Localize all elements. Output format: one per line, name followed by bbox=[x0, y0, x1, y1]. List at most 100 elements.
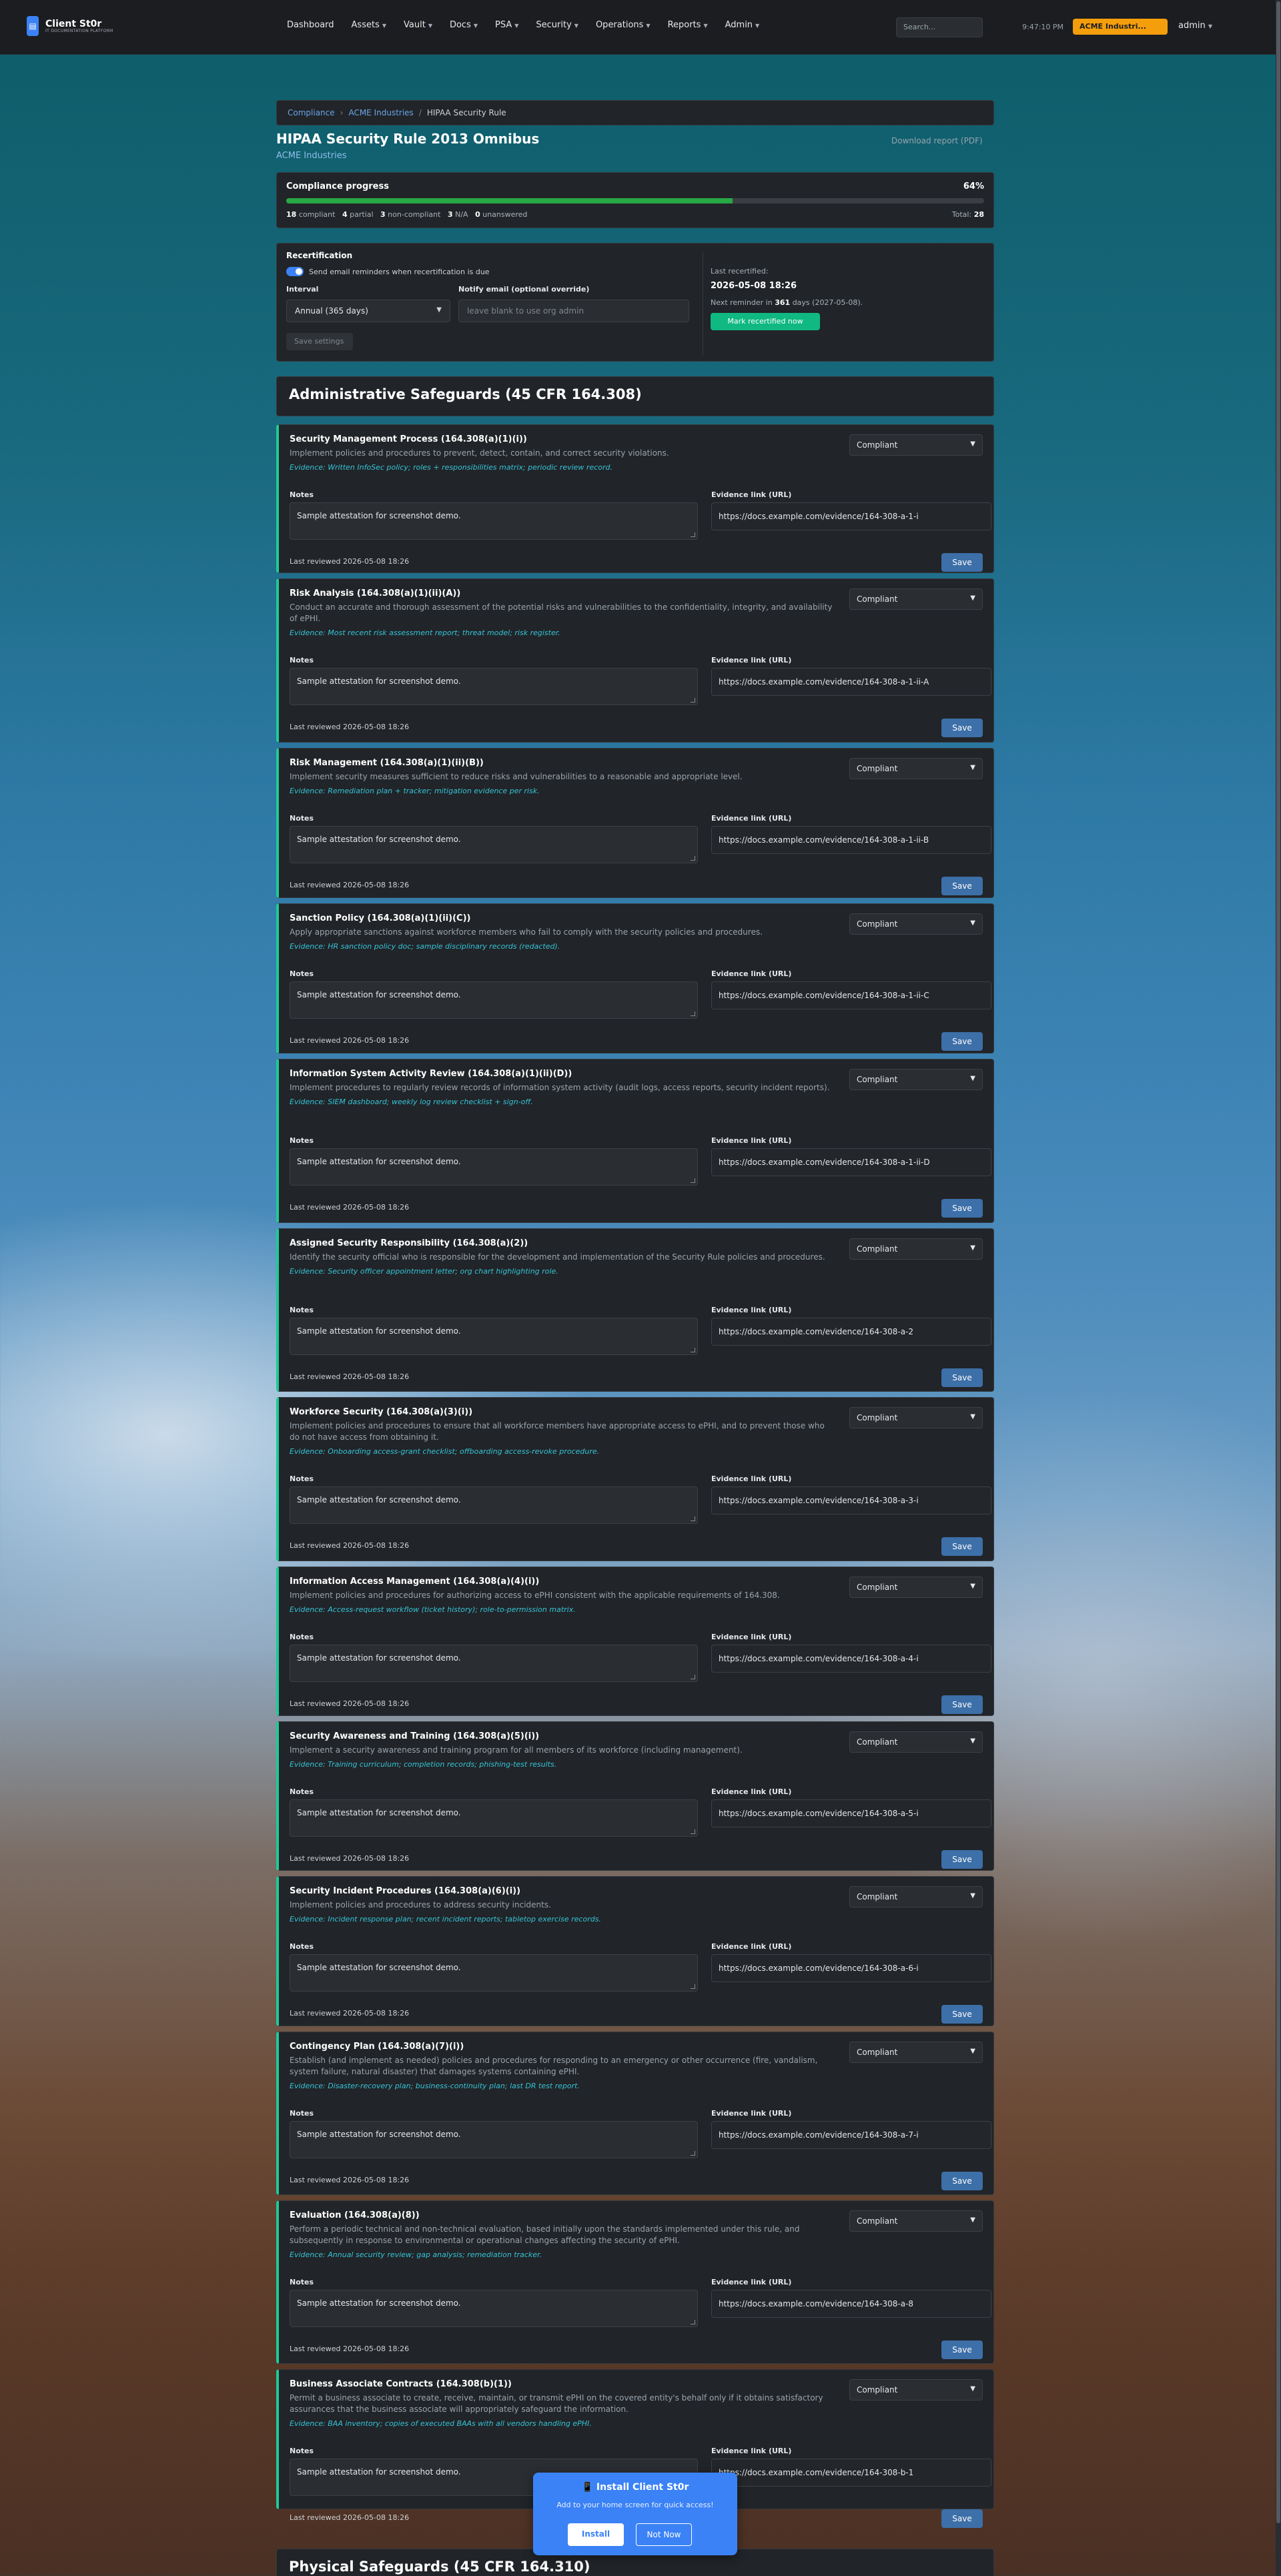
notify-email-input[interactable]: leave blank to use org admin bbox=[458, 300, 689, 322]
evidence-link-label: Evidence link (URL) bbox=[711, 2109, 792, 2118]
evidence-link-input[interactable]: https://docs.example.com/evidence/164-30… bbox=[711, 2459, 991, 2487]
control-description: Perform a periodic technical and non-tec… bbox=[290, 2224, 837, 2260]
chevron-down-icon: ▼ bbox=[428, 23, 432, 29]
save-button[interactable]: Save bbox=[941, 1850, 983, 1869]
evidence-link-input[interactable]: https://docs.example.com/evidence/164-30… bbox=[711, 1799, 991, 1827]
nav-item-security[interactable]: Security ▼ bbox=[536, 20, 578, 30]
nav-item-admin[interactable]: Admin ▼ bbox=[725, 20, 760, 30]
evidence-link-input[interactable]: https://docs.example.com/evidence/164-30… bbox=[711, 1148, 991, 1176]
evidence-link-input[interactable]: https://docs.example.com/evidence/164-30… bbox=[711, 1486, 991, 1515]
user-menu[interactable]: admin ▼ bbox=[1178, 21, 1212, 31]
breadcrumb-org-link[interactable]: ACME Industries bbox=[348, 108, 413, 117]
notes-textarea[interactable]: Sample attestation for screenshot demo. bbox=[290, 981, 698, 1019]
brand[interactable]: ▤ Client St0r IT DOCUMENTATION PLATFORM bbox=[27, 16, 113, 36]
nav-item-label: Admin bbox=[725, 20, 753, 30]
status-select[interactable]: Compliant ▼ bbox=[849, 1577, 983, 1598]
install-title: 📱 Install Client St0r bbox=[533, 2482, 737, 2493]
total-count: 28 bbox=[973, 210, 984, 219]
status-select[interactable]: Compliant ▼ bbox=[849, 913, 983, 935]
nav-item-assets[interactable]: Assets ▼ bbox=[352, 20, 386, 30]
save-button[interactable]: Save bbox=[941, 1199, 983, 1218]
mark-recertified-button[interactable]: Mark recertified now bbox=[711, 313, 820, 330]
notes-textarea[interactable]: Sample attestation for screenshot demo. bbox=[290, 1954, 698, 1992]
evidence-link-input[interactable]: https://docs.example.com/evidence/164-30… bbox=[711, 1645, 991, 1673]
evidence-link-input[interactable]: https://docs.example.com/evidence/164-30… bbox=[711, 981, 991, 1009]
status-select[interactable]: Compliant ▼ bbox=[849, 588, 983, 610]
status-select[interactable]: Compliant ▼ bbox=[849, 1886, 983, 1907]
evidence-link-input[interactable]: https://docs.example.com/evidence/164-30… bbox=[711, 1954, 991, 1982]
save-button[interactable]: Save bbox=[941, 553, 983, 572]
tenant-switcher-button[interactable]: ACME Industri... bbox=[1073, 19, 1168, 35]
status-select[interactable]: Compliant ▼ bbox=[849, 434, 983, 456]
evidence-link-input[interactable]: https://docs.example.com/evidence/164-30… bbox=[711, 826, 991, 854]
install-button[interactable]: Install bbox=[568, 2523, 624, 2546]
save-button[interactable]: Save bbox=[941, 2005, 983, 2024]
reminder-toggle-label: Send email reminders when recertificatio… bbox=[309, 268, 490, 276]
save-button[interactable]: Save bbox=[941, 1368, 983, 1387]
control-description: Apply appropriate sanctions against work… bbox=[290, 927, 837, 952]
notes-textarea[interactable]: Sample attestation for screenshot demo. bbox=[290, 1645, 698, 1682]
count-noncompliant: 3 bbox=[380, 210, 386, 219]
notes-textarea[interactable]: Sample attestation for screenshot demo. bbox=[290, 1148, 698, 1186]
control-description: Permit a business associate to create, r… bbox=[290, 2393, 837, 2429]
nav-item-dashboard[interactable]: Dashboard bbox=[287, 20, 334, 30]
status-value: Compliant bbox=[857, 1892, 898, 1901]
search-input[interactable]: Search... bbox=[896, 17, 983, 37]
save-button[interactable]: Save bbox=[941, 2509, 983, 2528]
evidence-link-input[interactable]: https://docs.example.com/evidence/164-30… bbox=[711, 668, 991, 696]
save-settings-button[interactable]: Save settings bbox=[286, 333, 353, 350]
nav-item-docs[interactable]: Docs ▼ bbox=[450, 20, 478, 30]
save-button[interactable]: Save bbox=[941, 1695, 983, 1714]
evidence-link-input[interactable]: https://docs.example.com/evidence/164-30… bbox=[711, 1318, 991, 1346]
download-report-link[interactable]: Download report (PDF) bbox=[891, 136, 983, 145]
notes-textarea[interactable]: Sample attestation for screenshot demo. bbox=[290, 1799, 698, 1837]
notify-email-label: Notify email (optional override) bbox=[458, 285, 590, 294]
interval-select[interactable]: Annual (365 days) ▼ bbox=[286, 300, 450, 322]
reminder-toggle[interactable] bbox=[286, 267, 304, 276]
save-button[interactable]: Save bbox=[941, 2340, 983, 2359]
next-reminder-suffix: days (2027-05-08). bbox=[792, 298, 863, 307]
status-select[interactable]: Compliant ▼ bbox=[849, 2379, 983, 2401]
notes-textarea[interactable]: Sample attestation for screenshot demo. bbox=[290, 2121, 698, 2158]
notes-textarea[interactable]: Sample attestation for screenshot demo. bbox=[290, 668, 698, 705]
evidence-link-label: Evidence link (URL) bbox=[711, 656, 792, 665]
status-value: Compliant bbox=[857, 594, 898, 604]
save-button[interactable]: Save bbox=[941, 877, 983, 895]
save-button[interactable]: Save bbox=[941, 1032, 983, 1051]
chevron-down-icon: ▼ bbox=[646, 23, 651, 29]
breadcrumb-compliance-link[interactable]: Compliance bbox=[288, 108, 335, 117]
control-evidence-hint: Evidence: Most recent risk assessment re… bbox=[290, 628, 560, 637]
status-select[interactable]: Compliant ▼ bbox=[849, 2210, 983, 2232]
status-select[interactable]: Compliant ▼ bbox=[849, 2042, 983, 2063]
total-label: Total: bbox=[951, 210, 972, 219]
nav-item-psa[interactable]: PSA ▼ bbox=[495, 20, 518, 30]
evidence-link-input[interactable]: https://docs.example.com/evidence/164-30… bbox=[711, 2121, 991, 2149]
status-value: Compliant bbox=[857, 1583, 898, 1592]
nav-item-operations[interactable]: Operations ▼ bbox=[596, 20, 651, 30]
control-evidence-hint: Evidence: Access-request workflow (ticke… bbox=[290, 1605, 576, 1614]
status-select[interactable]: Compliant ▼ bbox=[849, 1731, 983, 1753]
status-select[interactable]: Compliant ▼ bbox=[849, 1069, 983, 1090]
status-select[interactable]: Compliant ▼ bbox=[849, 758, 983, 779]
control-evidence-hint: Evidence: BAA inventory; copies of execu… bbox=[290, 2419, 592, 2428]
page-scrollbar[interactable] bbox=[1276, 0, 1281, 2576]
nav-item-reports[interactable]: Reports ▼ bbox=[668, 20, 708, 30]
evidence-link-input[interactable]: https://docs.example.com/evidence/164-30… bbox=[711, 502, 991, 530]
status-select[interactable]: Compliant ▼ bbox=[849, 1407, 983, 1428]
breadcrumb: Compliance › ACME Industries / HIPAA Securit… bbox=[276, 100, 994, 125]
last-reviewed: Last reviewed 2026-05-08 18:26 bbox=[290, 2009, 410, 2018]
recertification-panel: Recertification Send email reminders whe… bbox=[276, 243, 994, 362]
not-now-button[interactable]: Not Now bbox=[636, 2523, 692, 2546]
notes-textarea[interactable]: Sample attestation for screenshot demo. bbox=[290, 1486, 698, 1524]
status-select[interactable]: Compliant ▼ bbox=[849, 1238, 983, 1260]
evidence-link-input[interactable]: https://docs.example.com/evidence/164-30… bbox=[711, 2290, 991, 2318]
notes-textarea[interactable]: Sample attestation for screenshot demo. bbox=[290, 502, 698, 540]
save-button[interactable]: Save bbox=[941, 719, 983, 737]
save-button[interactable]: Save bbox=[941, 2172, 983, 2190]
notes-textarea[interactable]: Sample attestation for screenshot demo. bbox=[290, 2290, 698, 2327]
save-button[interactable]: Save bbox=[941, 1537, 983, 1556]
notes-textarea[interactable]: Sample attestation for screenshot demo. bbox=[290, 826, 698, 863]
scrollbar-thumb[interactable] bbox=[1276, 1, 1280, 2523]
nav-item-vault[interactable]: Vault ▼ bbox=[404, 20, 432, 30]
notes-textarea[interactable]: Sample attestation for screenshot demo. bbox=[290, 1318, 698, 1355]
